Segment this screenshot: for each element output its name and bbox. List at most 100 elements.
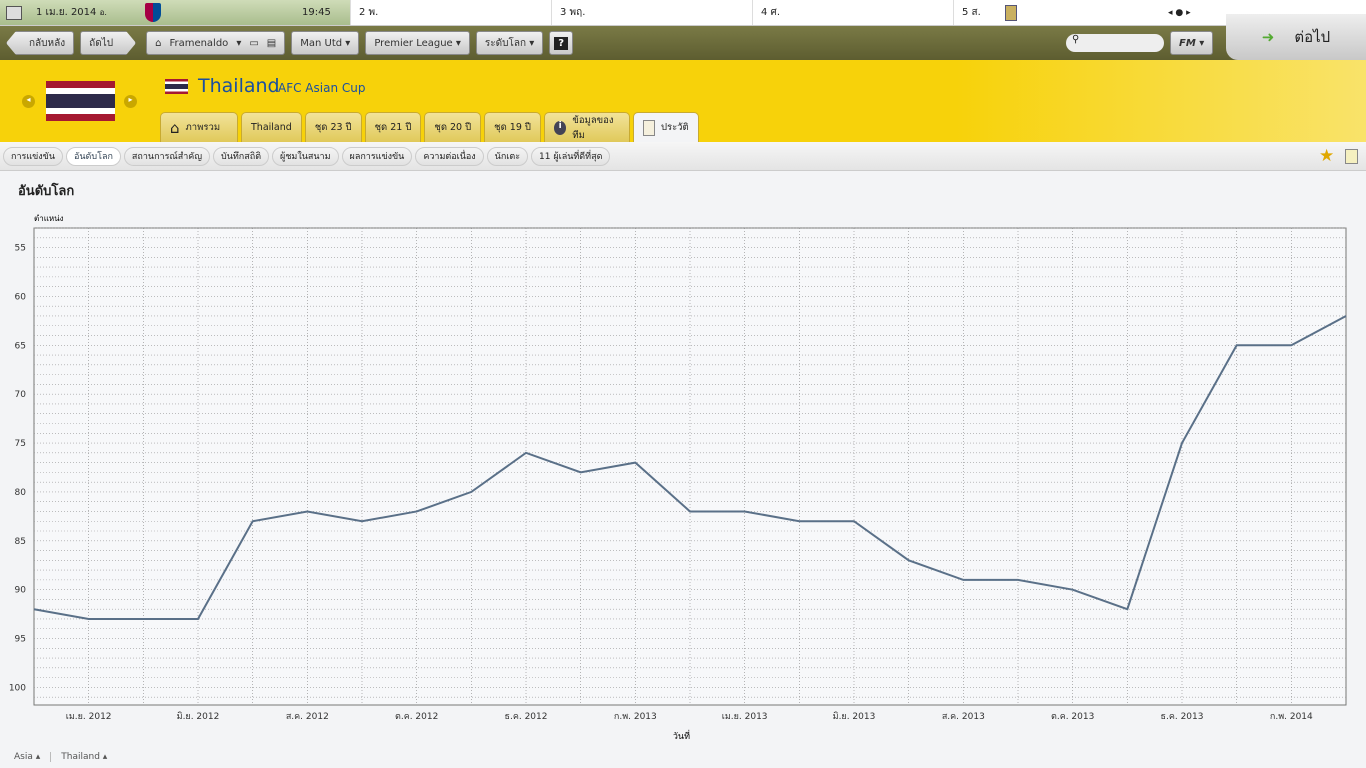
tab-overview[interactable]: ⌂ ภาพรวม <box>160 112 238 142</box>
club-crest-icon <box>1004 4 1017 21</box>
help-icon: ? <box>554 36 569 50</box>
team-flag <box>46 81 115 121</box>
day-4[interactable]: 4 ศ. <box>752 0 953 25</box>
league-menu[interactable]: Premier League ▾ <box>365 31 470 55</box>
x-tick-label: ส.ค. 2013 <box>942 712 985 722</box>
x-tick-label: ธ.ค. 2012 <box>504 712 547 722</box>
subtab-results[interactable]: ผลการแข่งขัน <box>341 146 413 166</box>
region-selector[interactable]: Asia ▴ <box>14 752 40 762</box>
subtab-world-ranking[interactable]: อันดับโลก <box>66 146 121 166</box>
inbox-icon[interactable]: ▭ <box>249 38 258 49</box>
forward-button[interactable]: ถัดไป <box>80 31 136 55</box>
y-tick-label: 85 <box>15 537 26 547</box>
subtab-attendance[interactable]: ผู้ชมในสนาม <box>272 146 339 166</box>
fm-menu-button[interactable]: FM ▾ <box>1170 31 1214 55</box>
x-tick-label: ก.พ. 2013 <box>614 712 657 722</box>
day-3[interactable]: 3 พฤ. <box>551 0 752 25</box>
help-button[interactable]: ? <box>549 31 574 55</box>
competition-name[interactable]: AFC Asian Cup <box>278 81 365 95</box>
navigation-bar: กลับหลัง ถัดไป ⌂ Framenaldo ▾ ▭ ▤ Man Utd ▾ … <box>0 26 1366 60</box>
y-tick-label: 55 <box>15 244 26 254</box>
info-icon: i <box>553 120 567 135</box>
scroll-icon <box>642 119 655 136</box>
current-date[interactable]: 1 เม.ย. 2014 อ. 19:45 <box>0 0 350 25</box>
home-icon: ⌂ <box>170 118 180 137</box>
club-label: Man Utd <box>300 37 343 49</box>
y-tick-label: 75 <box>15 439 26 449</box>
tab-label: ชุด 23 ปี <box>314 122 352 133</box>
x-tick-label: ส.ค. 2012 <box>286 712 329 722</box>
weekday-label: อ. <box>99 8 107 17</box>
page-title: อันดับโลก <box>18 184 75 199</box>
continue-label: ต่อไป <box>1294 28 1331 46</box>
continue-button[interactable]: ➜ ต่อไป <box>1226 14 1366 60</box>
club-menu[interactable]: Man Utd ▾ <box>291 31 360 55</box>
day-label: 5 ส. <box>962 7 981 18</box>
x-tick-label: ต.ค. 2012 <box>395 712 438 722</box>
back-button[interactable]: กลับหลัง <box>6 31 75 55</box>
tab-label: ชุด 19 ปี <box>494 122 531 133</box>
world-label: ระดับโลก <box>484 37 527 49</box>
y-axis-label: ตำแหน่ง <box>34 214 64 223</box>
nation-selector[interactable]: Thailand ▴ <box>61 752 107 762</box>
team-name: Thailand <box>198 75 280 97</box>
team-tabs: ⌂ ภาพรวม Thailand ชุด 23 ปี ชุด 21 ปี ชุด… <box>160 112 699 142</box>
day-label: 4 ศ. <box>761 7 781 18</box>
date-label: 1 เม.ย. 2014 <box>36 7 97 18</box>
club-crest-icon <box>145 3 161 22</box>
calendar-icon[interactable] <box>6 5 22 20</box>
day-2[interactable]: 2 พ. <box>350 0 551 25</box>
tab-history[interactable]: ประวัติ <box>632 112 699 142</box>
arrow-right-icon: ➜ <box>1261 28 1275 46</box>
team-header: ◂ ▸ Thailand AFC Asian Cup ⌂ ภาพรวม Thail… <box>0 60 1366 142</box>
manager-menu[interactable]: ⌂ Framenaldo ▾ ▭ ▤ <box>146 31 286 55</box>
world-menu[interactable]: ระดับโลก ▾ <box>475 31 544 55</box>
day-5[interactable]: 5 ส. <box>953 0 1154 25</box>
small-flag-icon <box>165 79 188 94</box>
day-label: 2 พ. <box>359 7 379 18</box>
x-tick-label: เม.ย. 2012 <box>66 712 112 722</box>
manager-label: Framenaldo <box>169 37 229 49</box>
subtab-competitions[interactable]: การแข่งขัน <box>3 146 63 166</box>
x-tick-label: ก.พ. 2014 <box>1270 712 1313 722</box>
day-label: 3 พฤ. <box>560 7 586 18</box>
subtab-key-events[interactable]: สถานการณ์สำคัญ <box>123 146 210 166</box>
time-label: 19:45 <box>302 7 331 18</box>
tab-label: ประวัติ <box>660 122 689 133</box>
prev-team-icon[interactable]: ◂ <box>22 95 35 108</box>
subtab-streaks[interactable]: ความต่อเนื่อง <box>415 146 484 166</box>
tab-u20[interactable]: ชุด 20 ปี <box>424 112 482 142</box>
region-label: Asia <box>14 752 33 762</box>
tab-u19[interactable]: ชุด 19 ปี <box>484 112 541 142</box>
tab-team-info[interactable]: i ข้อมูลของทีม <box>543 112 630 142</box>
y-tick-label: 100 <box>9 683 26 693</box>
home-icon[interactable]: ⌂ <box>155 38 161 49</box>
subtab-players[interactable]: นักเตะ <box>486 146 529 166</box>
forward-label: ถัดไป <box>89 37 114 49</box>
nation-label: Thailand <box>61 752 100 762</box>
search-input[interactable]: ⚲ <box>1066 34 1164 52</box>
subtab-best-eleven[interactable]: 11 ผู้เล่นที่ดีที่สุด <box>531 146 611 166</box>
x-axis-label: วันที่ <box>673 729 690 742</box>
subtabs: การแข่งขัน อันดับโลก สถานการณ์สำคัญ บันท… <box>0 142 1366 171</box>
calendar-strip: 1 เม.ย. 2014 อ. 19:45 2 พ. 3 พฤ. 4 ศ. 5 … <box>0 0 1366 26</box>
next-team-icon[interactable]: ▸ <box>124 95 137 108</box>
tab-label: ชุด 20 ปี <box>434 122 472 133</box>
footer-breadcrumb: Asia ▴ Thailand ▴ <box>14 752 107 762</box>
tab-u23[interactable]: ชุด 23 ปี <box>304 112 362 142</box>
star-icon[interactable]: ★ <box>1319 146 1334 166</box>
y-tick-label: 65 <box>15 341 26 351</box>
y-tick-label: 80 <box>15 488 27 498</box>
news-icon[interactable]: ▤ <box>267 38 276 49</box>
add-note-icon[interactable] <box>1345 149 1358 164</box>
tab-thailand[interactable]: Thailand <box>241 112 302 142</box>
tab-label: ภาพรวม <box>185 122 221 133</box>
back-label: กลับหลัง <box>29 37 66 49</box>
tab-label: ข้อมูลของทีม <box>572 114 614 141</box>
plot-area <box>33 227 1347 706</box>
tab-u21[interactable]: ชุด 21 ปี <box>364 112 422 142</box>
subtab-records[interactable]: บันทึกสถิติ <box>213 146 270 166</box>
calendar-nav[interactable]: ◂ ● ▸ <box>1154 0 1191 25</box>
tab-label: Thailand <box>251 122 292 133</box>
ranking-line <box>33 315 1347 620</box>
